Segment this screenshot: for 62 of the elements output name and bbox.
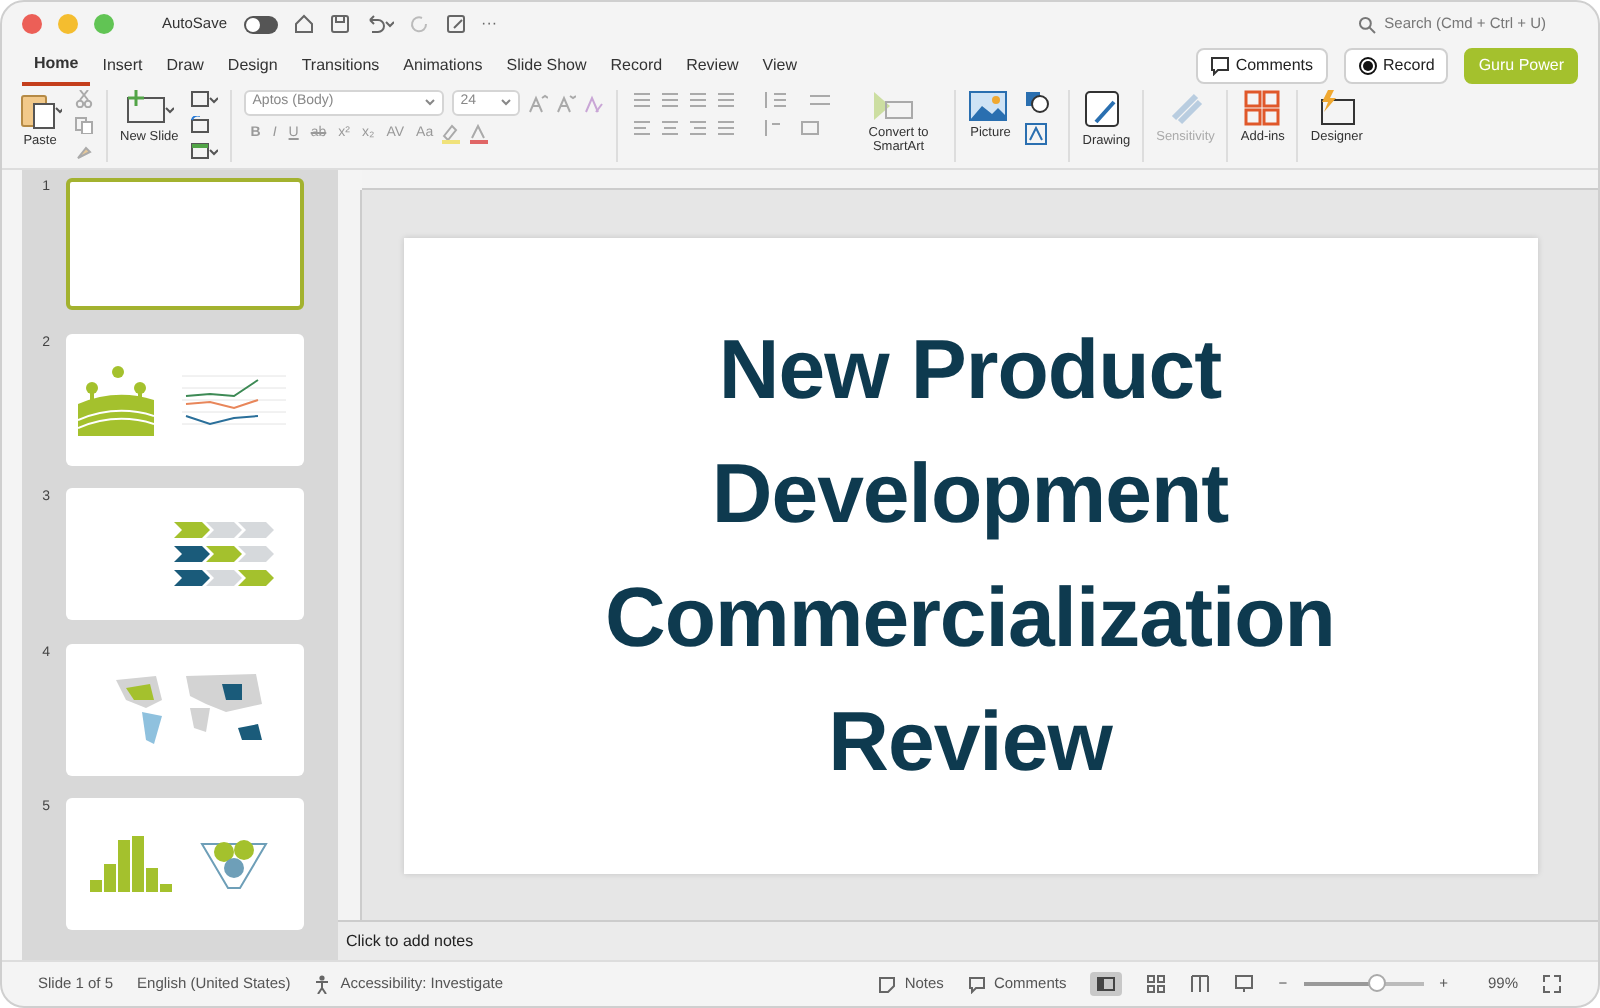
ribbon-tab[interactable]: Transitions: [289, 49, 392, 83]
undo-icon[interactable]: [365, 14, 394, 34]
note-icon: [878, 975, 897, 993]
clear-format-icon[interactable]: [584, 93, 605, 113]
ribbon-tab[interactable]: Review: [674, 49, 751, 83]
slide-thumbnail[interactable]: [66, 798, 304, 930]
slide-thumbnail[interactable]: [66, 643, 304, 775]
slideshow-icon[interactable]: [1234, 974, 1255, 994]
comment-icon: [1209, 56, 1230, 76]
zoom-button[interactable]: [94, 14, 114, 34]
image-icon[interactable]: [968, 90, 1013, 122]
caret-icon: [500, 98, 513, 108]
format-painter-icon[interactable]: [74, 142, 94, 160]
slide-thumbnail[interactable]: [66, 333, 304, 465]
cut-icon[interactable]: [74, 90, 94, 108]
ribbon-tab[interactable]: Slide Show: [494, 49, 599, 83]
grid-icon[interactable]: [1244, 90, 1281, 126]
designer-icon[interactable]: [1316, 90, 1357, 126]
arrows-drawing: [174, 522, 278, 586]
comment-icon: [967, 975, 986, 993]
zoom-slider-thumb[interactable]: [1367, 974, 1386, 992]
ribbon-tab[interactable]: Home: [22, 47, 91, 85]
home-icon[interactable]: [293, 14, 314, 34]
landscape-drawing: [78, 363, 154, 435]
reading-view-icon[interactable]: [1190, 974, 1211, 994]
notes-pane[interactable]: Click to add notes: [338, 920, 1598, 960]
text-box-icon[interactable]: [1024, 122, 1049, 146]
autosave-toggle[interactable]: [243, 15, 278, 33]
caret-icon: [424, 98, 437, 108]
normal-view-icon[interactable]: [1090, 972, 1123, 996]
new-slide-icon[interactable]: [125, 90, 174, 126]
section-icon[interactable]: [190, 142, 219, 160]
shrink-font-icon[interactable]: [556, 93, 577, 113]
ribbon-tab[interactable]: View: [750, 49, 809, 83]
slide-title: New Product Development Commercialization Review: [605, 319, 1335, 791]
grow-font-icon[interactable]: [528, 93, 549, 113]
ribbon-tab[interactable]: Insert: [90, 49, 155, 83]
slide-sorter-icon[interactable]: [1146, 974, 1167, 994]
minimize-button[interactable]: [58, 14, 78, 34]
save-as-icon[interactable]: [445, 14, 466, 34]
line-chart-drawing: [182, 373, 286, 425]
layout-icon[interactable]: [190, 90, 219, 108]
copy-icon[interactable]: [74, 116, 94, 134]
ribbon-tab[interactable]: Design: [215, 49, 290, 83]
save-icon[interactable]: [329, 14, 350, 34]
funnel-drawing: [200, 838, 268, 890]
ribbon-tab[interactable]: Animations: [391, 49, 495, 83]
record-button[interactable]: Record: [1343, 48, 1449, 84]
ribbon-tab[interactable]: Record: [598, 49, 675, 83]
slide-thumbnail[interactable]: [66, 178, 304, 310]
more-button[interactable]: ···: [481, 12, 498, 36]
histogram-drawing: [90, 836, 172, 892]
search-icon: [1358, 15, 1377, 33]
close-button[interactable]: [22, 14, 42, 34]
accessibility-icon: [314, 974, 333, 994]
clipboard-icon[interactable]: [18, 90, 62, 130]
slide-thumbnail[interactable]: [66, 488, 304, 620]
redo-icon: [409, 14, 430, 34]
record-icon: [1357, 56, 1378, 76]
fit-to-window-icon[interactable]: [1542, 974, 1562, 994]
comments-button[interactable]: Comments: [1195, 48, 1328, 84]
ribbon-tab[interactable]: Draw: [154, 49, 216, 83]
